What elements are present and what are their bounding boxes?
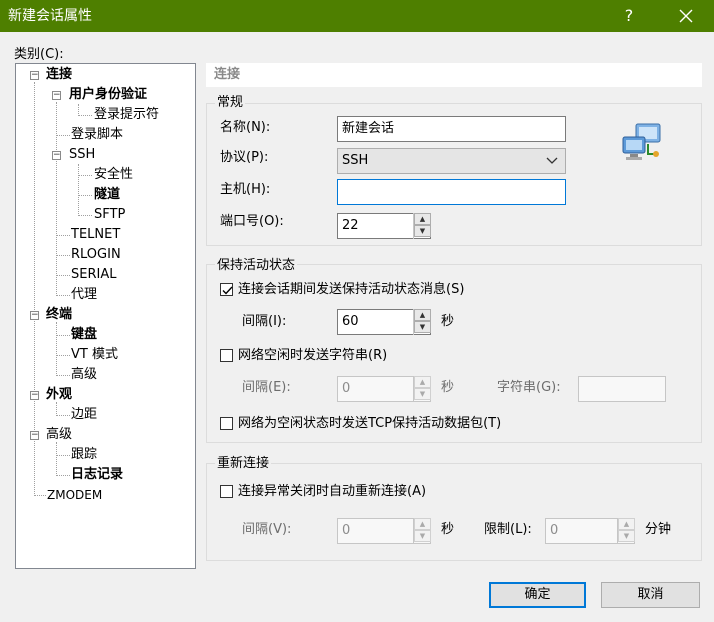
tree-item-appearance[interactable]: 外观 xyxy=(46,386,72,404)
chevron-down-icon xyxy=(546,157,558,164)
host-input[interactable] xyxy=(337,179,566,205)
category-tree[interactable]: − 连接 − 用户身份验证 登录提示符 登录脚本 − SSH 安全性 隧道 SF… xyxy=(15,63,196,569)
computer-network-icon xyxy=(622,123,661,160)
category-label: 类别(C): xyxy=(14,47,64,62)
tree-item-vt-mode[interactable]: VT 模式 xyxy=(71,346,118,364)
interval2-value: 0 xyxy=(342,381,351,396)
interval1-label: 间隔(I): xyxy=(242,314,287,329)
reconnect-interval-unit: 秒 xyxy=(441,522,455,537)
interval1-spinner[interactable]: ▲ ▼ xyxy=(413,309,431,335)
close-icon xyxy=(679,9,693,23)
tree-toggle[interactable]: − xyxy=(30,431,39,440)
host-label: 主机(H): xyxy=(220,182,271,197)
tree-item-terminal-advanced[interactable]: 高级 xyxy=(71,366,97,384)
tree-item-proxy[interactable]: 代理 xyxy=(71,286,97,304)
auto-reconnect-checkbox[interactable] xyxy=(220,485,233,498)
name-label: 名称(N): xyxy=(220,120,271,135)
reconnect-group-title: 重新连接 xyxy=(215,456,272,472)
interval2-unit: 秒 xyxy=(441,380,455,395)
send-keepalive-checkbox[interactable] xyxy=(220,283,233,296)
tree-item-auth[interactable]: 用户身份验证 xyxy=(69,86,147,104)
tree-toggle[interactable]: − xyxy=(52,91,61,100)
string-input xyxy=(578,376,666,402)
spin-up-icon[interactable]: ▲ xyxy=(414,309,431,321)
limit-label: 限制(L): xyxy=(484,522,532,537)
ok-button[interactable]: 确定 xyxy=(489,582,586,608)
tree-item-serial[interactable]: SERIAL xyxy=(71,266,116,284)
tree-item-login-script[interactable]: 登录脚本 xyxy=(71,126,123,144)
keepalive-group-title: 保持活动状态 xyxy=(215,258,298,274)
tree-item-margin[interactable]: 边距 xyxy=(71,406,97,424)
limit-input: 0 ▲ ▼ xyxy=(545,518,635,544)
spin-down-icon: ▼ xyxy=(618,530,635,542)
tree-item-logging[interactable]: 日志记录 xyxy=(71,466,123,484)
reconnect-interval-value: 0 xyxy=(342,523,351,538)
send-keepalive-label[interactable]: 连接会话期间发送保持活动状态消息(S) xyxy=(238,279,464,301)
tree-item-terminal[interactable]: 终端 xyxy=(46,306,72,324)
tree-item-sftp[interactable]: SFTP xyxy=(94,206,125,224)
tree-item-telnet[interactable]: TELNET xyxy=(71,226,120,244)
port-value: 22 xyxy=(342,218,359,233)
help-button[interactable]: ? xyxy=(614,0,644,32)
name-input[interactable]: 新建会话 xyxy=(337,116,566,142)
close-button[interactable] xyxy=(666,0,706,32)
tree-item-trace[interactable]: 跟踪 xyxy=(71,446,97,464)
limit-spinner: ▲ ▼ xyxy=(617,518,635,544)
spin-up-icon: ▲ xyxy=(414,518,431,530)
tree-item-tunnel[interactable]: 隧道 xyxy=(94,186,120,204)
tree-item-ssh[interactable]: SSH xyxy=(69,146,95,164)
protocol-label: 协议(P): xyxy=(220,150,269,165)
tcp-keepalive-checkbox[interactable] xyxy=(220,417,233,430)
spin-up-icon: ▲ xyxy=(618,518,635,530)
send-string-label[interactable]: 网络空闲时发送字符串(R) xyxy=(238,345,387,367)
spin-down-icon: ▼ xyxy=(414,530,431,542)
tcp-keepalive-label[interactable]: 网络为空闲状态时发送TCP保持活动数据包(T) xyxy=(238,413,501,435)
tree-item-rlogin[interactable]: RLOGIN xyxy=(71,246,121,264)
reconnect-interval-input: 0 ▲ ▼ xyxy=(337,518,431,544)
spin-down-icon: ▼ xyxy=(414,388,431,400)
tree-item-security[interactable]: 安全性 xyxy=(94,166,133,184)
tree-toggle[interactable]: − xyxy=(30,311,39,320)
auto-reconnect-label[interactable]: 连接异常关闭时自动重新连接(A) xyxy=(238,481,426,503)
interval1-unit: 秒 xyxy=(441,314,455,329)
interval1-value: 60 xyxy=(342,314,359,329)
reconnect-interval-spinner: ▲ ▼ xyxy=(413,518,431,544)
tree-toggle[interactable]: − xyxy=(30,391,39,400)
port-label: 端口号(O): xyxy=(220,214,284,229)
limit-value: 0 xyxy=(550,523,559,538)
limit-unit: 分钟 xyxy=(645,522,672,537)
tree-item-advanced[interactable]: 高级 xyxy=(46,426,72,444)
port-spinner[interactable]: ▲ ▼ xyxy=(413,213,431,239)
string-label: 字符串(G): xyxy=(497,380,561,395)
tree-item-connection[interactable]: 连接 xyxy=(46,66,72,84)
tree-item-login-prompt[interactable]: 登录提示符 xyxy=(94,106,159,124)
tree-item-keyboard[interactable]: 键盘 xyxy=(71,326,97,344)
spin-down-icon[interactable]: ▼ xyxy=(414,321,431,333)
interval2-label: 间隔(E): xyxy=(242,380,291,395)
port-input[interactable]: 22 ▲ ▼ xyxy=(337,213,431,239)
reconnect-interval-label: 间隔(V): xyxy=(242,522,292,537)
window-title: 新建会话属性 xyxy=(8,8,92,24)
tree-item-zmodem[interactable]: ZMODEM xyxy=(47,486,102,504)
protocol-select[interactable]: SSH xyxy=(337,148,566,174)
reconnect-group xyxy=(206,463,702,561)
title-bar: 新建会话属性 ? xyxy=(0,0,714,32)
tree-toggle[interactable]: − xyxy=(30,71,39,80)
protocol-value: SSH xyxy=(342,153,369,168)
interval2-spinner: ▲ ▼ xyxy=(413,376,431,402)
spin-up-icon: ▲ xyxy=(414,376,431,388)
checkmark-icon xyxy=(222,286,233,295)
spin-down-icon[interactable]: ▼ xyxy=(414,225,431,237)
panel-title: 连接 xyxy=(206,63,702,87)
send-string-checkbox[interactable] xyxy=(220,349,233,362)
interval2-input: 0 ▲ ▼ xyxy=(337,376,431,402)
tree-toggle[interactable]: − xyxy=(52,151,61,160)
cancel-button[interactable]: 取消 xyxy=(601,582,700,608)
general-group-title: 常规 xyxy=(215,95,246,111)
interval1-input[interactable]: 60 ▲ ▼ xyxy=(337,309,431,335)
spin-up-icon[interactable]: ▲ xyxy=(414,213,431,225)
